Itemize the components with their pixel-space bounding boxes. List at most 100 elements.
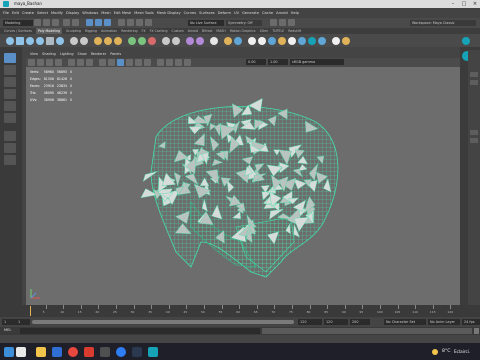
end-frame-2-field[interactable]: 200 (350, 319, 370, 325)
rotate-tool-icon[interactable] (4, 101, 16, 111)
fps-dropdown[interactable]: 24 fps (462, 319, 480, 325)
menu-item-display[interactable]: Display (66, 8, 79, 18)
render-view-icon[interactable] (224, 37, 232, 45)
save-scene-icon[interactable] (52, 19, 59, 26)
render-icon[interactable] (270, 19, 277, 26)
camera-attributes-icon[interactable] (37, 59, 44, 66)
render-settings-icon[interactable] (288, 19, 295, 26)
range-start-field[interactable]: 1 (16, 319, 30, 325)
turtle-icon[interactable] (308, 37, 316, 45)
menu-item-modify[interactable]: Modify (51, 8, 63, 18)
channel-box-tab[interactable] (470, 72, 478, 77)
bookmark-icon[interactable] (46, 59, 53, 66)
start-frame-field[interactable]: 1 (2, 319, 16, 325)
cylinder-icon[interactable] (26, 37, 34, 45)
edge-icon[interactable] (116, 347, 126, 357)
app-icon[interactable] (100, 347, 110, 357)
modeling-toolkit-icon[interactable] (462, 37, 470, 45)
move-tool-icon[interactable] (4, 89, 16, 99)
anim-layer-dropdown[interactable]: No Anim Layer (428, 319, 460, 325)
outliner-layout-icon[interactable] (4, 155, 16, 165)
cone-icon[interactable] (36, 37, 44, 45)
close-icon[interactable]: × (470, 0, 480, 8)
current-frame-marker[interactable] (30, 306, 31, 316)
search-icon[interactable] (16, 347, 26, 357)
script-editor-icon[interactable] (474, 328, 479, 334)
film-gate-icon[interactable] (77, 59, 84, 66)
start-icon[interactable] (4, 347, 14, 357)
select-camera-icon[interactable] (28, 59, 35, 66)
cube-icon[interactable] (16, 37, 24, 45)
boolean-icon[interactable] (148, 37, 156, 45)
lights-icon[interactable] (135, 59, 142, 66)
anti-aliasing-icon[interactable] (166, 59, 173, 66)
menu-item-arnold[interactable]: Arnold (276, 8, 288, 18)
arnold-icon[interactable] (268, 37, 276, 45)
separate-icon[interactable] (80, 37, 88, 45)
menu-item-generate[interactable]: Generate (242, 8, 259, 18)
menu-item-surfaces[interactable]: Surfaces (199, 8, 215, 18)
smooth-shade-icon[interactable] (108, 59, 115, 66)
uv-editor-icon[interactable] (186, 37, 194, 45)
minimize-icon[interactable]: – (448, 0, 458, 8)
xray-icon[interactable] (184, 59, 191, 66)
select-object-icon[interactable] (95, 19, 102, 26)
menu-item-create[interactable]: Create (22, 8, 34, 18)
range-end-field[interactable]: 120 (298, 319, 322, 325)
steam-icon[interactable] (132, 347, 142, 357)
light-icon[interactable] (234, 37, 242, 45)
maya-taskbar-icon[interactable] (148, 347, 158, 357)
undo-icon[interactable] (63, 19, 70, 26)
shadows-icon[interactable] (144, 59, 151, 66)
python-icon[interactable] (342, 37, 350, 45)
ipr-render-icon[interactable] (279, 19, 286, 26)
four-view-layout-icon[interactable] (4, 143, 16, 153)
checker-icon[interactable] (258, 37, 266, 45)
chrome-icon[interactable] (68, 347, 78, 357)
smooth-icon[interactable] (162, 37, 170, 45)
menu-item-uv[interactable]: UV (234, 8, 239, 18)
combine-icon[interactable] (70, 37, 78, 45)
menu-item-deform[interactable]: Deform (218, 8, 231, 18)
multi-cut-icon[interactable] (128, 37, 136, 45)
menu-item-help[interactable]: Help (291, 8, 299, 18)
wireframe-icon[interactable] (99, 59, 106, 66)
menu-item-curves[interactable]: Curves (184, 8, 196, 18)
panel-menu-lighting[interactable]: Lighting (60, 51, 74, 58)
snap-curve-icon[interactable] (127, 19, 134, 26)
redo-icon[interactable] (72, 19, 79, 26)
wireframe-on-shaded-icon[interactable] (117, 59, 124, 66)
camera-icon[interactable] (248, 37, 256, 45)
menu-item-windows[interactable]: Windows (82, 8, 98, 18)
layer-editor-tab[interactable] (470, 80, 478, 85)
grid-icon[interactable] (68, 59, 75, 66)
gamma-field[interactable]: 1.00 (268, 59, 288, 65)
menu-item-mesh-tools[interactable]: Mesh Tools (134, 8, 153, 18)
select-tool-icon[interactable] (4, 53, 16, 63)
snap-point-icon[interactable] (136, 19, 143, 26)
xgen-icon[interactable] (298, 37, 306, 45)
planar-map-icon[interactable] (196, 37, 204, 45)
single-perspective-layout-icon[interactable] (4, 131, 16, 141)
snap-view-icon[interactable] (145, 19, 152, 26)
lasso-tool-icon[interactable] (4, 65, 16, 75)
extrude-icon[interactable] (94, 37, 102, 45)
panel-menu-renderer[interactable]: Renderer (91, 51, 106, 58)
time-slider[interactable]: 5 10 15 20 25 30 35 40 45 50 55 60 65 70 75 80 85 90 95 100… (0, 305, 480, 317)
opera-icon[interactable] (84, 347, 94, 357)
menu-item-mesh-display[interactable]: Mesh Display (157, 8, 181, 18)
mel-icon[interactable] (332, 37, 340, 45)
hypershade-icon[interactable] (210, 37, 218, 45)
scale-tool-icon[interactable] (4, 113, 16, 123)
menu-set-dropdown[interactable]: Modeling (3, 20, 33, 26)
resolution-gate-icon[interactable] (86, 59, 93, 66)
end-frame-field[interactable]: 120 (324, 319, 348, 325)
workspace-dropdown[interactable]: Workspace: Maya Classic (410, 20, 476, 26)
display-layers-tab[interactable] (470, 130, 478, 135)
snap-grid-icon[interactable] (118, 19, 125, 26)
select-hierarchy-icon[interactable] (86, 19, 93, 26)
bifrost-icon[interactable] (278, 37, 286, 45)
sphere-icon[interactable] (6, 37, 14, 45)
file-explorer-icon[interactable] (36, 347, 46, 357)
new-scene-icon[interactable] (34, 19, 41, 26)
